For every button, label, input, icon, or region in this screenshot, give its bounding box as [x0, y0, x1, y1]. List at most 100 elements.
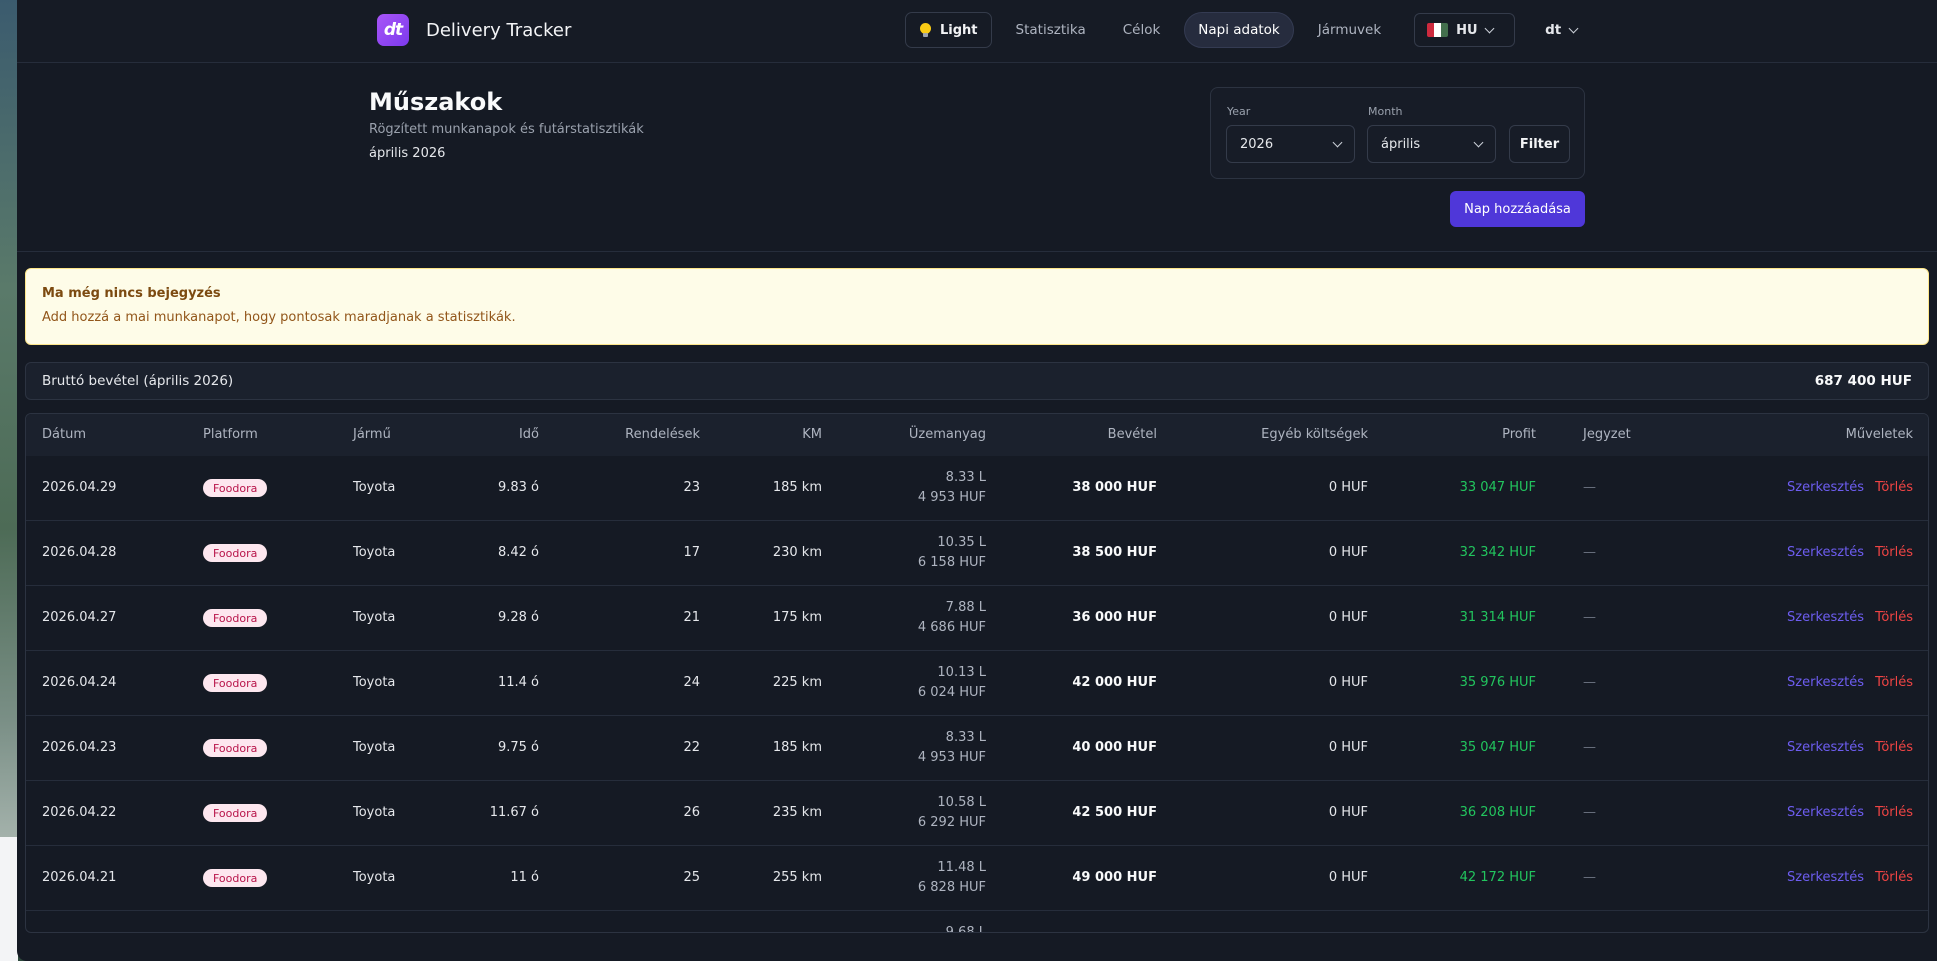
- delete-button[interactable]: Törlés: [1875, 740, 1913, 755]
- cell-revenue: 38 000 HUF: [1072, 480, 1157, 495]
- fuel-cost: 4 953 HUF: [917, 490, 986, 505]
- fuel-liters: 11.48 L: [937, 860, 986, 875]
- cell-vehicle: Toyota: [353, 740, 396, 755]
- chevron-down-icon: [1332, 137, 1343, 147]
- cell-vehicle: Toyota: [353, 610, 396, 625]
- cell-other-costs: 0 HUF: [1328, 675, 1368, 690]
- col-profit[interactable]: Profit: [1502, 427, 1536, 442]
- fuel-liters: 10.58 L: [937, 795, 986, 810]
- fuel-liters: 8.33 L: [945, 470, 986, 485]
- add-day-button[interactable]: Nap hozzáadása: [1450, 191, 1585, 227]
- cell-note: —: [1583, 480, 1596, 495]
- cell-km: 230 km: [772, 545, 822, 560]
- cell-revenue: 38 500 HUF: [1072, 545, 1157, 560]
- cell-date: 2026.04.28: [42, 545, 117, 560]
- col-other-costs[interactable]: Egyéb költségek: [1261, 427, 1368, 442]
- app-window: dt Delivery Tracker Light Statisztika Cé…: [17, 0, 1937, 961]
- cell-date: 2026.04.29: [42, 480, 117, 495]
- cell-km: 255 km: [772, 870, 822, 885]
- cell-time: 9.28 ó: [497, 610, 539, 625]
- cell-profit: 32 342 HUF: [1459, 545, 1536, 560]
- brand[interactable]: dt Delivery Tracker: [377, 14, 571, 46]
- col-fuel[interactable]: Üzemanyag: [909, 427, 986, 442]
- cell-note: —: [1583, 675, 1596, 690]
- col-platform[interactable]: Platform: [203, 427, 258, 442]
- user-menu[interactable]: dt: [1545, 22, 1579, 38]
- table-header: Dátum Platform Jármű Idő Rendelések KM Ü…: [26, 414, 1928, 456]
- theme-toggle-button[interactable]: Light: [905, 12, 992, 48]
- cell-other-costs: 0 HUF: [1328, 805, 1368, 820]
- cell-fuel: 9.68 L: [946, 923, 986, 932]
- cell-fuel: 8.33 L 4 953 HUF: [918, 728, 986, 768]
- table-row: 2026.04.28 Foodora Toyota 8.42 ó 17 230 km 10…: [26, 521, 1928, 586]
- cell-vehicle: Toyota: [353, 675, 396, 690]
- cell-fuel: 11.48 L 6 828 HUF: [918, 858, 986, 898]
- fuel-cost: 6 024 HUF: [917, 685, 986, 700]
- summary-label: Bruttó bevétel (április 2026): [42, 373, 234, 389]
- cell-vehicle: Toyota: [353, 870, 396, 885]
- col-orders[interactable]: Rendelések: [625, 427, 700, 442]
- edit-button[interactable]: Szerkesztés: [1787, 480, 1864, 495]
- delete-button[interactable]: Törlés: [1875, 545, 1913, 560]
- col-date[interactable]: Dátum: [42, 427, 86, 442]
- cell-date: 2026.04.23: [42, 740, 117, 755]
- cell-orders: 23: [683, 480, 700, 495]
- cell-fuel: 10.13 L 6 024 HUF: [918, 663, 986, 703]
- col-note[interactable]: Jegyzet: [1583, 427, 1631, 442]
- edit-button[interactable]: Szerkesztés: [1787, 675, 1864, 690]
- gross-revenue-summary: Bruttó bevétel (április 2026) 687 400 HU…: [25, 362, 1929, 400]
- fuel-cost: 6 292 HUF: [917, 815, 986, 830]
- delete-button[interactable]: Törlés: [1875, 480, 1913, 495]
- month-select[interactable]: április: [1367, 125, 1496, 163]
- cell-time: 9.75 ó: [497, 740, 539, 755]
- platform-badge: Foodora: [203, 869, 268, 887]
- month-value: április: [1381, 136, 1421, 152]
- edit-button[interactable]: Szerkesztés: [1787, 740, 1864, 755]
- main-nav: Light Statisztika Célok Napi adatok Járm…: [905, 12, 1579, 48]
- top-navbar: dt Delivery Tracker Light Statisztika Cé…: [17, 0, 1937, 63]
- table-row: 2026.04.29 Foodora Toyota 9.83 ó 23 185 km 8.…: [26, 456, 1928, 521]
- col-revenue[interactable]: Bevétel: [1108, 427, 1157, 442]
- nav-item-napi-adatok[interactable]: Napi adatok: [1184, 12, 1294, 48]
- delete-button[interactable]: Törlés: [1875, 675, 1913, 690]
- nav-item-statisztika[interactable]: Statisztika: [1003, 12, 1099, 48]
- edit-button[interactable]: Szerkesztés: [1787, 805, 1864, 820]
- platform-badge: Foodora: [203, 804, 268, 822]
- cell-km: 185 km: [772, 480, 822, 495]
- page-title: Műszakok: [369, 88, 503, 116]
- delete-button[interactable]: Törlés: [1875, 610, 1913, 625]
- cell-note: —: [1583, 545, 1596, 560]
- alert-title: Ma még nincs bejegyzés: [42, 286, 221, 301]
- delete-button[interactable]: Törlés: [1875, 805, 1913, 820]
- cell-other-costs: 0 HUF: [1328, 740, 1368, 755]
- cell-orders: 17: [683, 545, 700, 560]
- cell-other-costs: 0 HUF: [1328, 545, 1368, 560]
- cell-time: 9.83 ó: [497, 480, 539, 495]
- nav-item-jarmuvek[interactable]: Jármuvek: [1305, 12, 1394, 48]
- table-row: 2026.04.24 Foodora Toyota 11.4 ó 24 225 km 10…: [26, 651, 1928, 716]
- col-km[interactable]: KM: [802, 427, 822, 442]
- cell-fuel: 10.35 L 6 158 HUF: [918, 533, 986, 573]
- filter-button[interactable]: Filter: [1509, 125, 1570, 163]
- edit-button[interactable]: Szerkesztés: [1787, 870, 1864, 885]
- fuel-cost: 4 953 HUF: [917, 750, 986, 765]
- edit-button[interactable]: Szerkesztés: [1787, 610, 1864, 625]
- language-select[interactable]: HU: [1414, 13, 1516, 47]
- edit-button[interactable]: Szerkesztés: [1787, 545, 1864, 560]
- year-select[interactable]: 2026: [1226, 125, 1355, 163]
- fuel-cost: 4 686 HUF: [917, 620, 986, 635]
- col-vehicle[interactable]: Jármű: [353, 427, 391, 442]
- cell-date: 2026.04.27: [42, 610, 117, 625]
- fuel-liters: 7.88 L: [945, 600, 986, 615]
- delete-button[interactable]: Törlés: [1875, 870, 1913, 885]
- cell-date: 2026.04.24: [42, 675, 117, 690]
- cell-orders: 21: [683, 610, 700, 625]
- filter-panel: Year 2026 Month április Filter: [1210, 87, 1585, 179]
- col-time[interactable]: Idő: [519, 427, 539, 442]
- cell-other-costs: 0 HUF: [1328, 610, 1368, 625]
- platform-badge: Foodora: [203, 544, 268, 562]
- nav-item-celok[interactable]: Célok: [1110, 12, 1174, 48]
- chevron-down-icon: [1568, 23, 1579, 33]
- cell-note: —: [1583, 870, 1596, 885]
- cell-revenue: 40 000 HUF: [1072, 740, 1157, 755]
